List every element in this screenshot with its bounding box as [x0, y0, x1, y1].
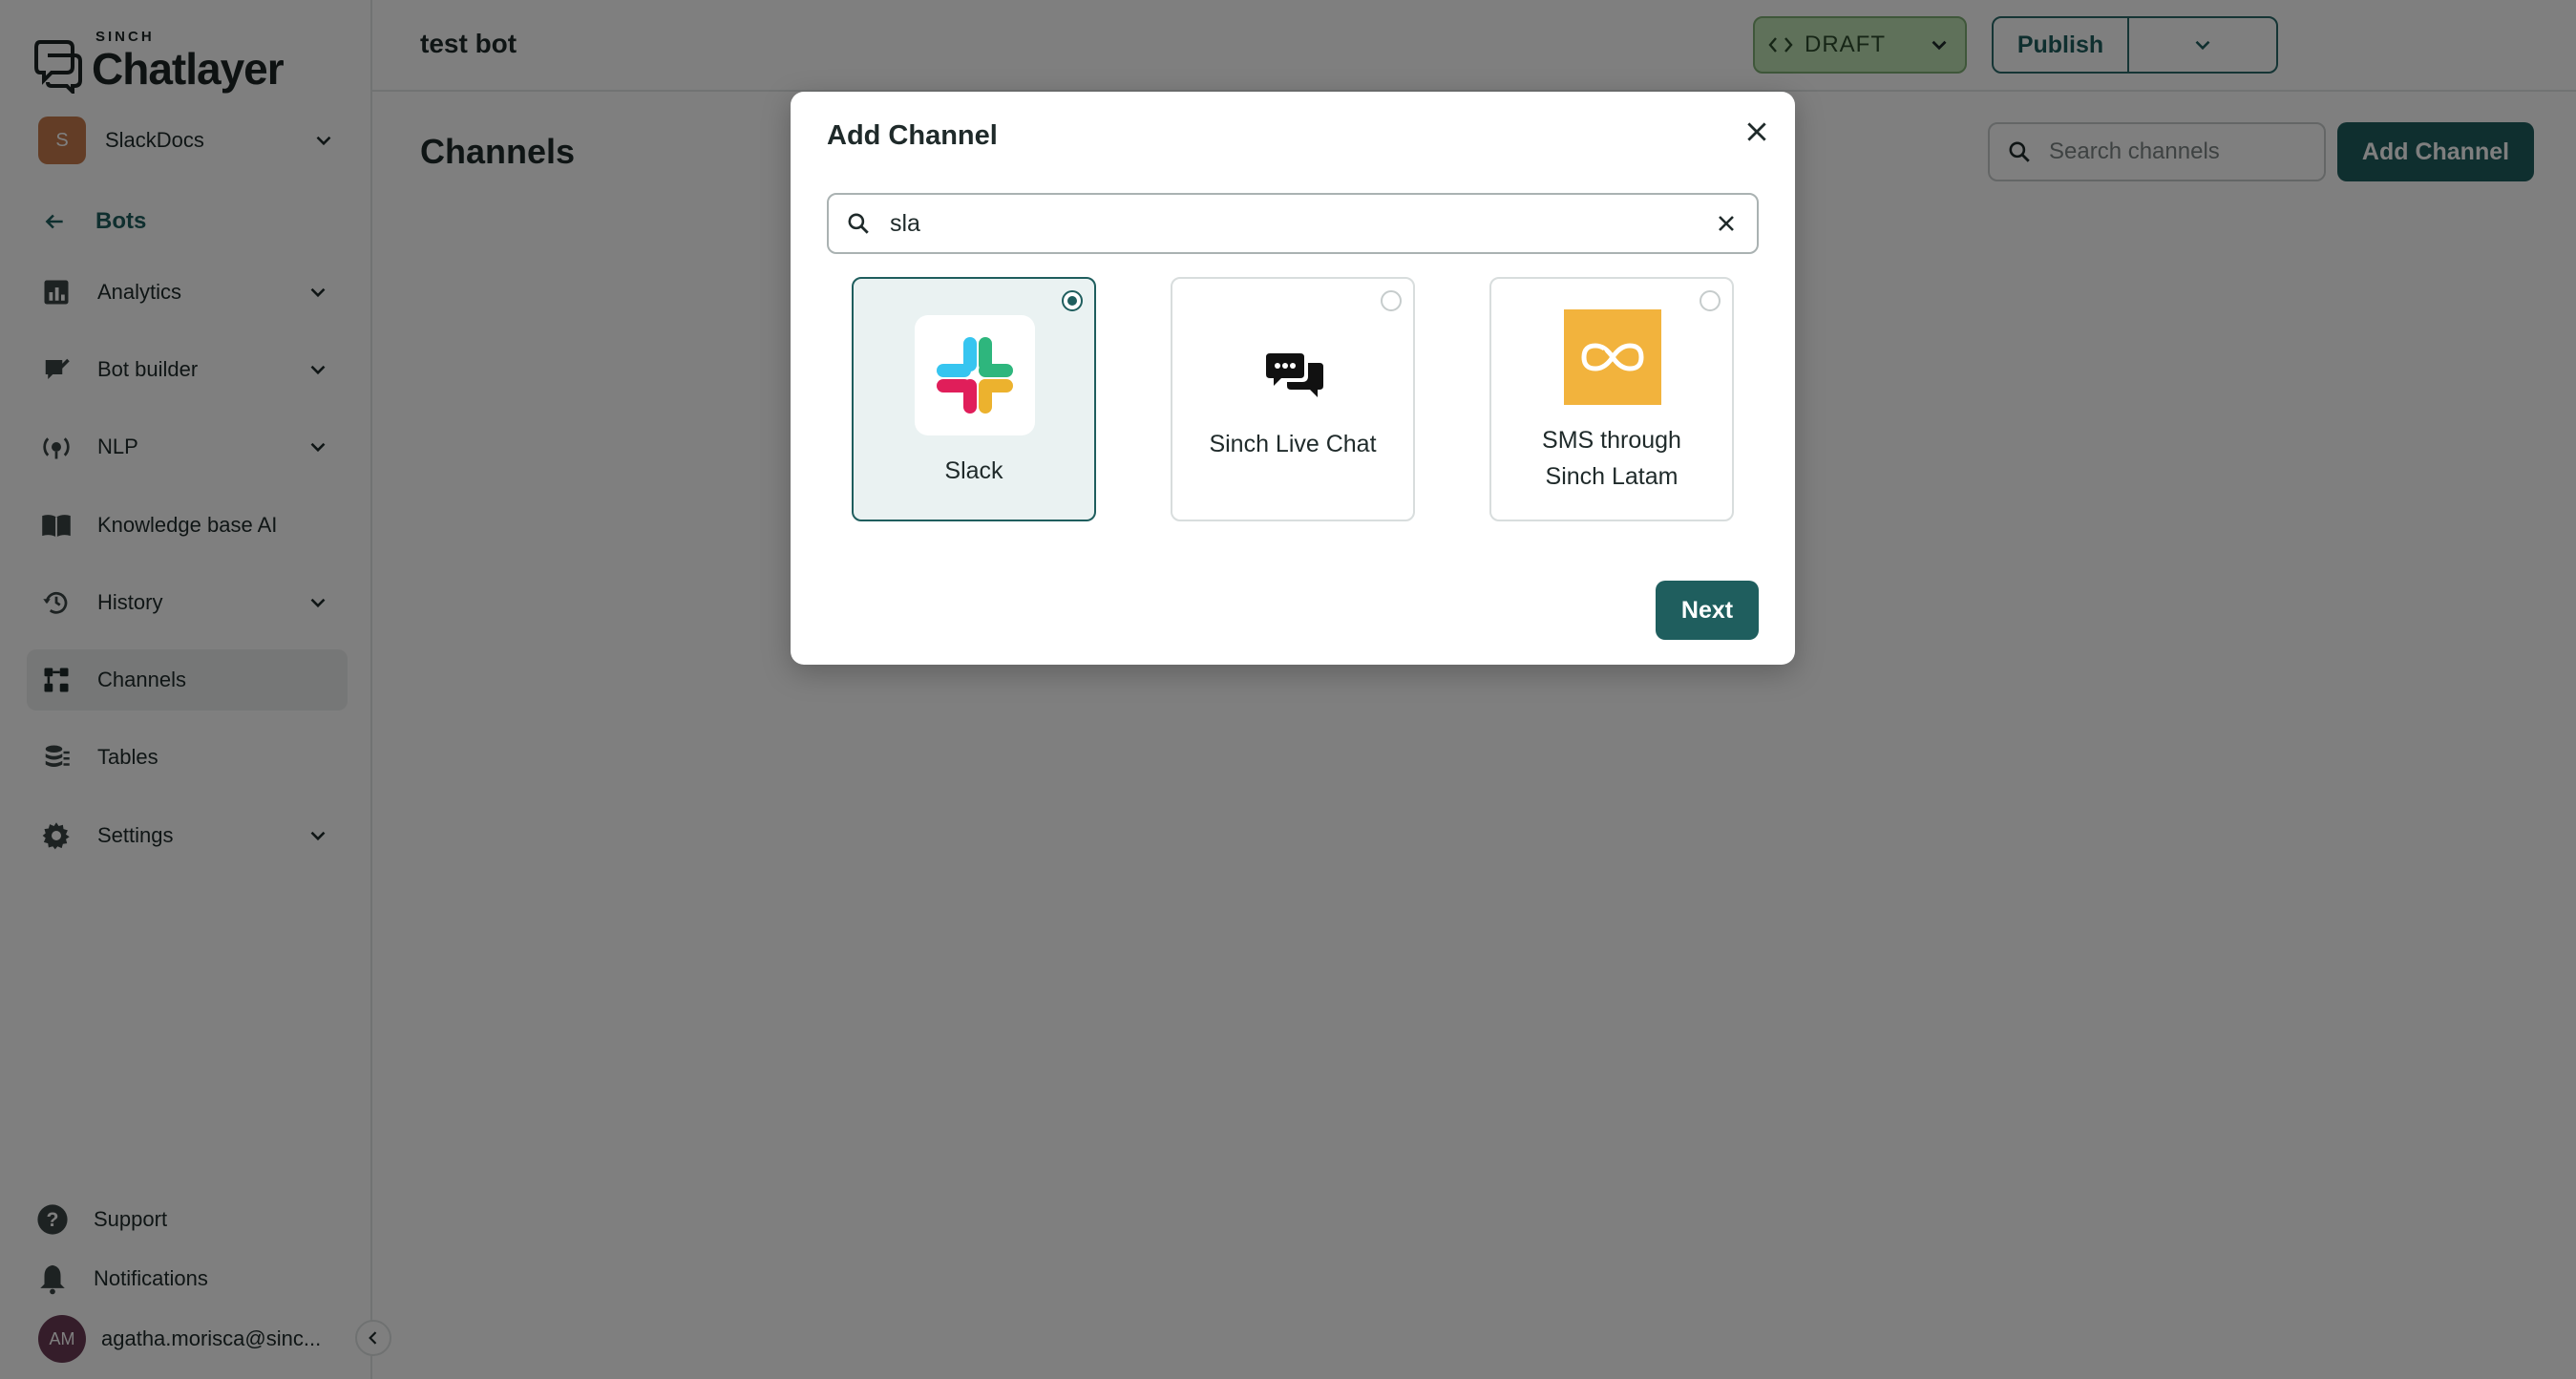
channel-option-label: Sinch Live Chat — [1209, 431, 1377, 457]
channel-filter-search[interactable] — [827, 193, 1759, 254]
channel-option-label-line1: SMS through — [1542, 427, 1681, 454]
add-channel-modal: Add Channel Slack — [791, 92, 1795, 665]
close-icon — [1719, 216, 1734, 231]
radio-selected[interactable] — [1062, 290, 1083, 311]
next-button[interactable]: Next — [1656, 581, 1759, 640]
chat-bubbles-icon — [1266, 353, 1323, 397]
close-icon — [1747, 122, 1766, 141]
search-input[interactable] — [890, 209, 1696, 238]
search-icon — [848, 213, 869, 234]
slack-logo-icon — [915, 315, 1035, 435]
channel-option-label-line2: Sinch Latam — [1545, 463, 1679, 490]
channel-option-sms-sinch-latam[interactable]: SMS through Sinch Latam — [1489, 277, 1734, 521]
channel-option-sinch-live-chat[interactable]: Sinch Live Chat — [1171, 277, 1415, 521]
clear-search-button[interactable] — [1696, 212, 1757, 235]
channel-option-label: Slack — [944, 457, 1003, 484]
modal-title: Add Channel — [827, 120, 998, 151]
sinch-latam-logo-icon — [1564, 309, 1661, 405]
radio-unselected[interactable] — [1700, 290, 1721, 311]
channel-option-slack[interactable]: Slack — [852, 277, 1096, 521]
radio-unselected[interactable] — [1381, 290, 1402, 311]
close-button[interactable] — [1738, 113, 1776, 151]
